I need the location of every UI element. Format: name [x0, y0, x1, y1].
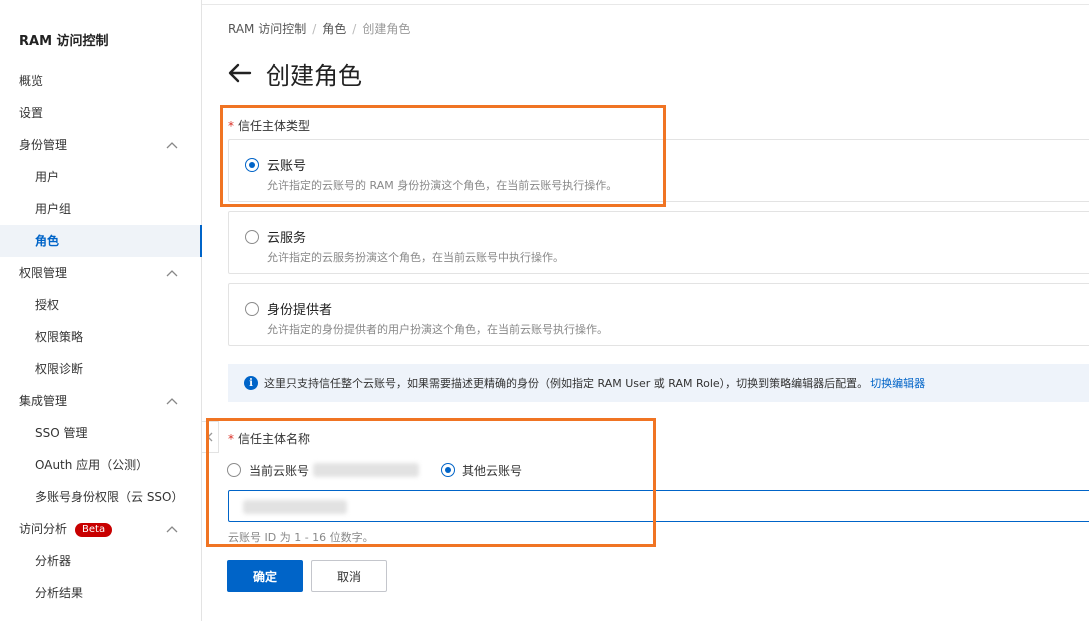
sidebar-item[interactable]: 多账号身份权限（云 SSO） — [0, 481, 201, 513]
sidebar-item-label: 设置 — [19, 106, 44, 120]
chevron-up-icon[interactable] — [165, 513, 179, 545]
switch-editor-link[interactable]: 切换编辑器 — [870, 375, 925, 391]
redacted-input-value — [243, 500, 347, 514]
trust-type-label: * 信任主体类型 — [228, 117, 310, 134]
sidebar-item[interactable]: 分析器 — [0, 545, 201, 577]
sidebar-item[interactable]: 权限诊断 — [0, 353, 201, 385]
sidebar-item[interactable]: 概览 — [0, 65, 201, 97]
sidebar: RAM 访问控制 概览设置身份管理用户用户组角色权限管理授权权限策略权限诊断集成… — [0, 0, 202, 621]
sidebar-item[interactable]: SSO 管理 — [0, 417, 201, 449]
cancel-button[interactable]: 取消 — [311, 560, 387, 592]
trust-name-label-text: 信任主体名称 — [238, 432, 311, 446]
sidebar-item-label: 身份管理 — [19, 138, 68, 152]
sidebar-item[interactable]: 用户 — [0, 161, 201, 193]
sidebar-item-label: 多账号身份权限（云 SSO） — [35, 490, 184, 504]
required-mark: * — [228, 119, 234, 133]
sidebar-collapse-button[interactable] — [202, 421, 219, 453]
sidebar-nav: 概览设置身份管理用户用户组角色权限管理授权权限策略权限诊断集成管理 SSO 管理 O… — [0, 65, 202, 609]
radio-cloud-account[interactable] — [245, 158, 259, 172]
redacted-account-id — [313, 463, 419, 477]
option-description: 允许指定的身份提供者的用户扮演这个角色，在当前云账号执行操作。 — [267, 323, 608, 336]
info-notice: i 这里只支持信任整个云账号，如果需要描述更精确的身份（例如指定 RAM Use… — [228, 364, 1089, 402]
sidebar-item[interactable]: 身份管理 — [0, 129, 201, 161]
confirm-button[interactable]: 确定 — [227, 560, 303, 592]
sidebar-item-label: 授权 — [35, 298, 60, 312]
option-description: 允许指定的云账号的 RAM 身份扮演这个角色，在当前云账号执行操作。 — [267, 179, 618, 192]
sidebar-item[interactable]: OAuth 应用（公测） — [0, 449, 201, 481]
breadcrumb-separator: / — [312, 22, 317, 36]
sidebar-item[interactable]: 集成管理 — [0, 385, 201, 417]
required-mark: * — [228, 432, 234, 446]
radio-current-account[interactable] — [227, 463, 241, 477]
trust-option-cloud-service[interactable]: 云服务 允许指定的云服务扮演这个角色，在当前云账号中执行操作。 — [228, 211, 1089, 274]
trust-option-identity-provider[interactable]: 身份提供者 允许指定的身份提供者的用户扮演这个角色，在当前云账号执行操作。 — [228, 283, 1089, 346]
sidebar-item-label: 用户组 — [35, 202, 72, 216]
breadcrumb-current: 创建角色 — [362, 22, 411, 36]
sidebar-item-label: 访问分析 — [19, 522, 68, 536]
sidebar-item-label: 分析器 — [35, 554, 72, 568]
option-title: 云服务 — [267, 231, 307, 246]
breadcrumb: RAM 访问控制 / 角色 / 创建角色 — [228, 20, 410, 37]
breadcrumb-item[interactable]: 角色 — [322, 22, 346, 36]
option-title: 身份提供者 — [267, 303, 333, 318]
breadcrumb-separator: / — [352, 22, 357, 36]
sidebar-item-label: 权限策略 — [35, 330, 84, 344]
sidebar-item[interactable]: 角色 — [0, 225, 202, 257]
option-description: 允许指定的云服务扮演这个角色，在当前云账号中执行操作。 — [267, 251, 564, 264]
chevron-left-icon — [207, 432, 213, 442]
sidebar-item-label: 分析结果 — [35, 586, 84, 600]
arrow-left-icon[interactable] — [228, 61, 252, 85]
sidebar-item-label: OAuth 应用（公测） — [35, 458, 149, 472]
sidebar-title[interactable]: RAM 访问控制 — [19, 30, 109, 49]
chevron-up-icon[interactable] — [165, 385, 179, 417]
info-icon: i — [244, 376, 258, 390]
beta-badge: Beta — [75, 522, 113, 537]
sidebar-item-label: 用户 — [35, 170, 60, 184]
sidebar-item-label: 权限诊断 — [35, 362, 84, 376]
account-id-input[interactable] — [228, 490, 1089, 522]
sidebar-item-label: 权限管理 — [19, 266, 68, 280]
sidebar-item-label: 角色 — [35, 234, 60, 248]
sidebar-item[interactable]: 权限管理 — [0, 257, 201, 289]
info-text: 这里只支持信任整个云账号，如果需要描述更精确的身份（例如指定 RAM User … — [264, 377, 869, 390]
trust-option-cloud-account[interactable]: 云账号 允许指定的云账号的 RAM 身份扮演这个角色，在当前云账号执行操作。 — [228, 139, 1089, 202]
sidebar-item[interactable]: 设置 — [0, 97, 201, 129]
sidebar-item[interactable]: 权限策略 — [0, 321, 201, 353]
radio-identity-provider[interactable] — [245, 302, 259, 316]
radio-cloud-service[interactable] — [245, 230, 259, 244]
option-title: 云账号 — [267, 159, 307, 174]
sidebar-item[interactable]: 授权 — [0, 289, 201, 321]
breadcrumb-item[interactable]: RAM 访问控制 — [228, 22, 306, 36]
trust-type-label-text: 信任主体类型 — [238, 119, 311, 133]
sidebar-item[interactable]: 分析结果 — [0, 577, 201, 609]
sidebar-item-label: 集成管理 — [19, 394, 68, 408]
account-id-hint: 云账号 ID 为 1 - 16 位数字。 — [228, 531, 374, 544]
chevron-up-icon[interactable] — [165, 129, 179, 161]
sidebar-item-label: SSO 管理 — [35, 426, 88, 440]
sidebar-item[interactable]: 用户组 — [0, 193, 201, 225]
page-title: 创建角色 — [266, 61, 362, 90]
trust-name-label: * 信任主体名称 — [228, 430, 310, 447]
sidebar-item[interactable]: 访问分析 Beta — [0, 513, 201, 545]
sidebar-item-label: 概览 — [19, 74, 44, 88]
chevron-up-icon[interactable] — [165, 257, 179, 289]
other-account-label[interactable]: 其他云账号 — [462, 462, 522, 479]
page-header: 创建角色 — [228, 56, 362, 90]
current-account-label[interactable]: 当前云账号 — [249, 462, 309, 479]
radio-other-account[interactable] — [441, 463, 455, 477]
